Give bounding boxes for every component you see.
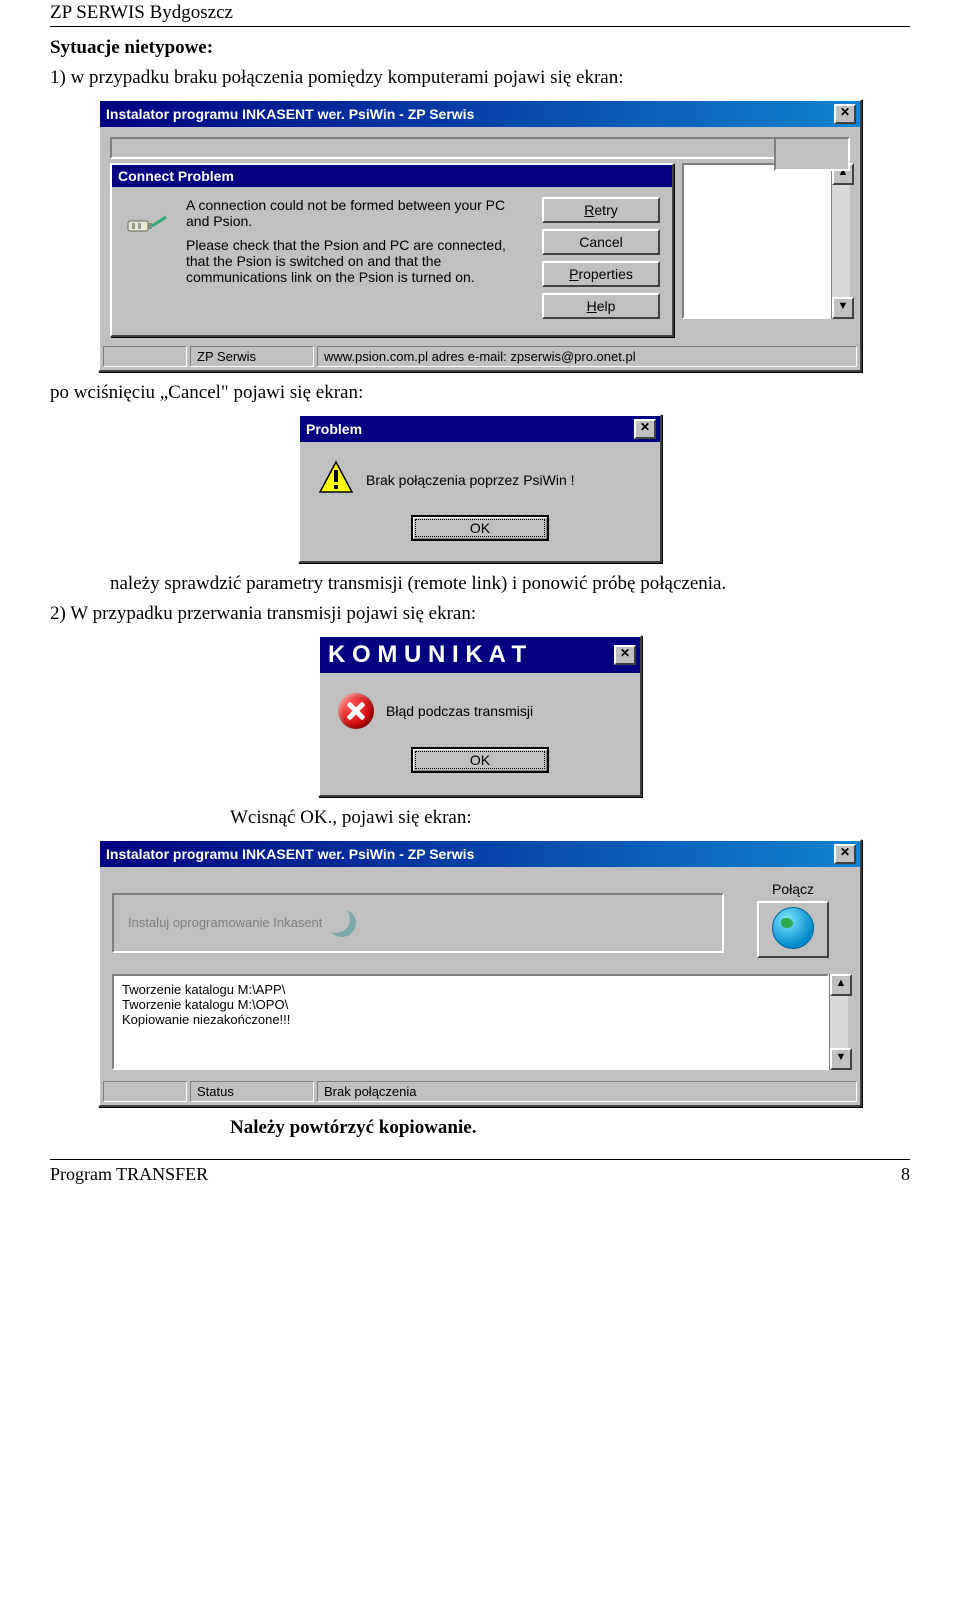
scroll-up-icon[interactable]: ▲ [830,974,852,996]
log-panel: Tworzenie katalogu M:\APP\ Tworzenie kat… [112,974,829,1070]
status-cell-value: Brak połączenia [317,1081,857,1102]
log-line-2: Tworzenie katalogu M:\OPO\ [122,997,819,1012]
log-line-3: Kopiowanie niezakończone!!! [122,1012,819,1027]
section-title: Sytuacje nietypowe: [50,37,910,59]
connect-label: Połącz [738,881,848,897]
ok-button[interactable]: OK [411,747,549,773]
connect-problem-text-1: A connection could not be formed between… [186,197,530,229]
cancel-button[interactable]: Cancel [542,229,660,255]
problem-title: Problem [306,421,362,437]
close-icon[interactable]: ✕ [614,645,636,665]
ok-button[interactable]: OK [411,515,549,541]
installer-title: Instalator programu INKASENT wer. PsiWin… [106,106,474,122]
warning-icon [318,460,354,499]
error-icon [338,693,374,729]
status-cell-2: ZP Serwis [190,346,314,367]
status-cell-empty [103,1081,187,1102]
scrollbar[interactable]: ▲ ▼ [829,974,848,1070]
status-bar: ZP Serwis www.psion.com.pl adres e-mail:… [100,343,860,370]
close-icon[interactable]: ✕ [834,844,856,864]
install-label: Instaluj oprogramowanie Inkasent [128,915,322,930]
installer-titlebar: Instalator programu INKASENT wer. PsiWin… [100,101,860,127]
plug-icon [124,197,174,325]
komunikat-title: K O M U N I K A T [328,641,526,669]
connect-problem-titlebar: Connect Problem [112,165,672,187]
properties-button[interactable]: Properties [542,261,660,287]
komunikat-titlebar: K O M U N I K A T ✕ [320,637,640,673]
problem-titlebar: Problem ✕ [300,416,660,442]
situation-1-text: 1) w przypadku braku połączenia pomiędzy… [50,67,910,89]
repeat-copy-text: Należy powtórzyć kopiowanie. [230,1117,910,1139]
check-params-text: należy sprawdzić parametry transmisji (r… [110,573,910,595]
problem-dialog: Problem ✕ Brak połączenia poprzez PsiWin… [298,414,662,563]
connect-problem-body: A connection could not be formed between… [112,187,672,335]
status-cell-1 [103,346,187,367]
log-line-1: Tworzenie katalogu M:\APP\ [122,982,819,997]
connect-problem-text-2: Please check that the Psion and PC are c… [186,237,530,285]
footer-program: Program TRANSFER [50,1164,208,1185]
page-footer: Program TRANSFER 8 [50,1159,910,1185]
after-cancel-text: po wciśnięciu „Cancel" pojawi się ekran: [50,382,910,404]
page-header: ZP SERWIS Bydgoszcz [50,0,910,26]
crescent-icon [328,909,356,937]
installer-dialog: Instalator programu INKASENT wer. PsiWin… [98,99,862,372]
komunikat-message: Błąd podczas transmisji [386,703,622,719]
press-ok-text: Wcisnąć OK., pojawi się ekran: [230,807,910,829]
close-icon[interactable]: ✕ [834,104,856,124]
status-bar-2: Status Brak połączenia [100,1078,860,1105]
close-icon[interactable]: ✕ [634,419,656,439]
install-panel: Instaluj oprogramowanie Inkasent [112,893,724,953]
connect-problem-title: Connect Problem [118,168,234,184]
connect-problem-dialog: Connect Problem [110,163,674,337]
installer-dialog-2: Instalator programu INKASENT wer. PsiWin… [98,839,862,1107]
problem-message: Brak połączenia poprzez PsiWin ! [366,472,642,488]
komunikat-dialog: K O M U N I K A T ✕ Błąd podczas transmi… [318,635,642,797]
status-cell-label: Status [190,1081,314,1102]
installer-2-title: Instalator programu INKASENT wer. PsiWin… [106,846,474,862]
globe-icon [772,907,814,949]
retry-button[interactable]: Retry [542,197,660,223]
help-button[interactable]: Help [542,293,660,319]
connect-button[interactable] [757,901,829,958]
footer-page-number: 8 [901,1164,910,1185]
status-cell-3: www.psion.com.pl adres e-mail: zpserwis@… [317,346,857,367]
scroll-down-icon[interactable]: ▼ [830,1048,852,1070]
scrollbar[interactable]: ▲ ▼ [831,163,850,319]
installer-2-titlebar: Instalator programu INKASENT wer. PsiWin… [100,841,860,867]
situation-2-text: 2) W przypadku przerwania transmisji poj… [50,603,910,625]
scroll-down-icon[interactable]: ▼ [832,297,854,319]
